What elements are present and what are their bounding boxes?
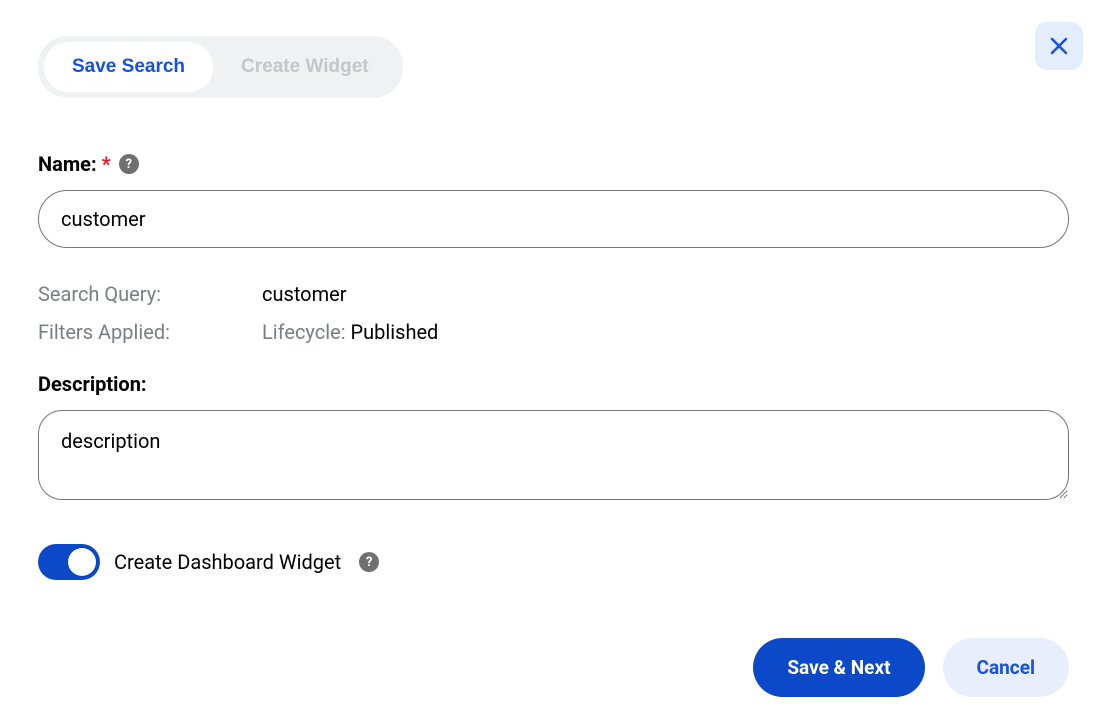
create-widget-toggle[interactable] bbox=[38, 544, 100, 580]
filters-applied-row: Filters Applied: Lifecycle: Published bbox=[38, 320, 1069, 344]
close-button[interactable] bbox=[1035, 22, 1083, 70]
save-next-button[interactable]: Save & Next bbox=[753, 638, 924, 697]
toggle-label: Create Dashboard Widget bbox=[114, 550, 341, 574]
tab-create-widget[interactable]: Create Widget bbox=[213, 42, 397, 92]
search-query-label: Search Query: bbox=[38, 282, 262, 306]
search-query-value: customer bbox=[262, 282, 347, 306]
toggle-knob bbox=[68, 548, 96, 576]
toggle-row: Create Dashboard Widget ? bbox=[38, 544, 1069, 580]
filters-applied-prefix: Lifecycle: bbox=[262, 320, 351, 344]
name-label-row: Name: * ? bbox=[38, 152, 1069, 176]
meta-section: Search Query: customer Filters Applied: … bbox=[38, 282, 1069, 344]
filters-applied-value-group: Lifecycle: Published bbox=[262, 320, 438, 344]
tab-save-search[interactable]: Save Search bbox=[44, 42, 213, 92]
help-icon[interactable]: ? bbox=[359, 552, 379, 572]
search-query-row: Search Query: customer bbox=[38, 282, 1069, 306]
close-icon bbox=[1047, 34, 1071, 58]
cancel-button[interactable]: Cancel bbox=[943, 638, 1069, 697]
filters-applied-label: Filters Applied: bbox=[38, 320, 262, 344]
filters-applied-value: Published bbox=[351, 320, 439, 344]
description-label: Description: bbox=[38, 372, 1069, 396]
name-label: Name: bbox=[38, 152, 97, 176]
required-indicator: * bbox=[102, 152, 111, 176]
description-input[interactable]: description bbox=[38, 410, 1069, 500]
help-icon[interactable]: ? bbox=[119, 154, 139, 174]
name-input[interactable] bbox=[38, 190, 1069, 248]
footer-buttons: Save & Next Cancel bbox=[753, 638, 1069, 697]
tab-group: Save Search Create Widget bbox=[38, 36, 403, 98]
